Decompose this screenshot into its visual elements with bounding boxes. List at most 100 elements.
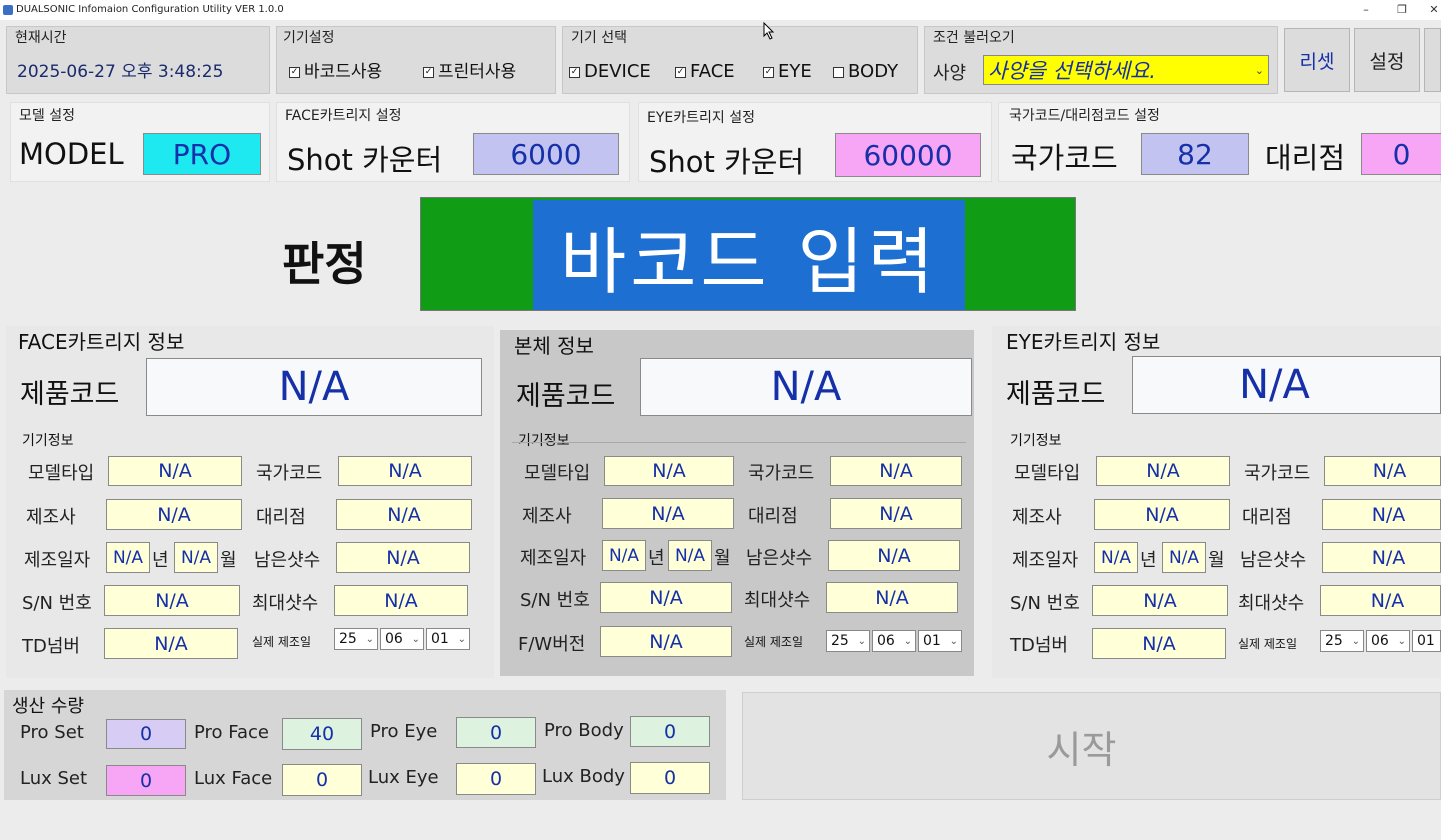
body-agency[interactable]: N/A bbox=[830, 498, 962, 529]
restore-button[interactable]: ❐ bbox=[1384, 0, 1420, 20]
face-sn-label: S/N 번호 bbox=[22, 593, 92, 614]
minimize-button[interactable]: – bbox=[1348, 0, 1384, 20]
reset-button[interactable]: 리셋 bbox=[1284, 28, 1350, 92]
face-actual-month-select[interactable]: 06 ⌄ bbox=[380, 628, 424, 650]
pro-eye-value[interactable]: 0 bbox=[456, 717, 536, 748]
face-td[interactable]: N/A bbox=[104, 628, 238, 659]
pro-eye-label: Pro Eye bbox=[370, 721, 438, 742]
face-year[interactable]: N/A bbox=[106, 542, 150, 573]
face-actual-month: 06 bbox=[385, 631, 403, 647]
face-model-type[interactable]: N/A bbox=[108, 456, 242, 486]
eye-actual-year-select[interactable]: 25 ⌄ bbox=[1320, 630, 1364, 652]
eye-maker[interactable]: N/A bbox=[1094, 499, 1230, 530]
face-product-code-label: 제품코드 bbox=[20, 379, 120, 410]
face-info-panel: FACE카트리지 정보 제품코드 N/A 기기정보 모델타입 N/A 국가코드 … bbox=[6, 326, 494, 678]
pro-body-label: Pro Body bbox=[544, 720, 624, 741]
body-country[interactable]: N/A bbox=[830, 456, 962, 486]
checkbox-eye[interactable]: ✓ EYE bbox=[763, 61, 812, 82]
chevron-down-icon: ⌄ bbox=[365, 633, 374, 645]
eye-month[interactable]: N/A bbox=[1162, 542, 1206, 573]
pro-face-value[interactable]: 40 bbox=[282, 718, 362, 750]
lux-face-value[interactable]: 0 bbox=[282, 764, 362, 796]
check-icon: ✓ bbox=[569, 66, 580, 78]
chevron-down-icon: ⌄ bbox=[949, 635, 958, 647]
mouse-cursor-icon bbox=[763, 22, 775, 40]
eye-country[interactable]: N/A bbox=[1324, 456, 1441, 486]
face-actual-day-select[interactable]: 01 ⌄ bbox=[426, 628, 470, 650]
face-agency[interactable]: N/A bbox=[336, 499, 472, 530]
checkbox-face[interactable]: ✓ FACE bbox=[675, 61, 735, 82]
checkbox-body[interactable]: BODY bbox=[833, 61, 898, 82]
body-fw-version[interactable]: N/A bbox=[600, 626, 732, 657]
close-button[interactable]: ✕ bbox=[1416, 0, 1441, 20]
agency-value[interactable]: 0 bbox=[1361, 133, 1441, 175]
lux-body-value[interactable]: 0 bbox=[630, 762, 710, 794]
face-actual-day: 01 bbox=[431, 631, 449, 647]
chevron-down-icon: ⌄ bbox=[857, 635, 866, 647]
lux-face-label: Lux Face bbox=[194, 768, 273, 789]
production-title: 생산 수량 bbox=[12, 696, 84, 717]
eye-year[interactable]: N/A bbox=[1094, 542, 1138, 573]
start-button[interactable]: 시작 bbox=[742, 692, 1441, 800]
body-remain[interactable]: N/A bbox=[828, 540, 960, 571]
settings-button[interactable]: 설정 bbox=[1354, 28, 1420, 92]
eye-actual-month: 06 bbox=[1371, 633, 1389, 649]
face-actual-date-label: 실제 제조일 bbox=[252, 635, 312, 649]
body-actual-month-select[interactable]: 06 ⌄ bbox=[872, 630, 916, 652]
spec-select[interactable]: 사양을 선택하세요. ⌄ bbox=[983, 55, 1269, 85]
check-icon: ✓ bbox=[675, 66, 686, 78]
checkbox-device-label: DEVICE bbox=[584, 61, 651, 82]
eye-td[interactable]: N/A bbox=[1092, 628, 1226, 659]
body-maker-label: 제조사 bbox=[522, 506, 572, 527]
checkbox-device[interactable]: ✓ DEVICE bbox=[569, 61, 651, 82]
body-month[interactable]: N/A bbox=[668, 540, 712, 571]
pro-set-value[interactable]: 0 bbox=[106, 719, 186, 749]
barcode-checkbox-label: 바코드사용 bbox=[304, 62, 383, 82]
body-sn[interactable]: N/A bbox=[600, 582, 732, 613]
lux-set-value[interactable]: 0 bbox=[106, 765, 186, 796]
lux-eye-value[interactable]: 0 bbox=[456, 763, 536, 795]
eye-shot-value[interactable]: 60000 bbox=[835, 133, 981, 177]
eye-sn[interactable]: N/A bbox=[1092, 585, 1228, 616]
body-max[interactable]: N/A bbox=[826, 582, 958, 613]
eye-model-type[interactable]: N/A bbox=[1096, 456, 1230, 486]
pro-body-value[interactable]: 0 bbox=[630, 716, 710, 747]
model-value[interactable]: PRO bbox=[143, 133, 261, 175]
face-actual-year-select[interactable]: 25 ⌄ bbox=[334, 628, 378, 650]
eye-date-label: 제조일자 bbox=[1012, 550, 1079, 571]
face-month[interactable]: N/A bbox=[174, 542, 218, 573]
face-sn[interactable]: N/A bbox=[104, 585, 240, 616]
body-actual-day-select[interactable]: 01 ⌄ bbox=[918, 630, 962, 652]
time-label: 현재시간 bbox=[15, 30, 67, 46]
face-maker-label: 제조사 bbox=[26, 507, 76, 528]
printer-checkbox[interactable]: ✓ 프린터사용 bbox=[423, 57, 516, 82]
eye-actual-day-select[interactable]: 01 bbox=[1412, 630, 1441, 652]
window-title: DUALSONIC Infomaion Configuration Utilit… bbox=[16, 4, 284, 15]
country-value[interactable]: 82 bbox=[1141, 133, 1249, 175]
eye-sn-label: S/N 번호 bbox=[1010, 593, 1080, 614]
eye-actual-day: 01 bbox=[1417, 633, 1435, 649]
lux-eye-label: Lux Eye bbox=[368, 767, 439, 788]
eye-product-code[interactable]: N/A bbox=[1132, 356, 1441, 414]
face-remain[interactable]: N/A bbox=[336, 542, 470, 573]
body-maker[interactable]: N/A bbox=[602, 498, 734, 529]
eye-model-type-label: 모델타입 bbox=[1014, 463, 1081, 484]
face-maker[interactable]: N/A bbox=[106, 499, 242, 530]
current-time: 2025-06-27 오후 3:48:25 bbox=[17, 62, 224, 82]
eye-actual-month-select[interactable]: 06 ⌄ bbox=[1366, 630, 1410, 652]
face-model-type-label: 모델타입 bbox=[28, 463, 95, 484]
barcode-checkbox[interactable]: ✓ 바코드사용 bbox=[289, 57, 382, 82]
face-max[interactable]: N/A bbox=[334, 585, 468, 616]
eye-device-info-label: 기기정보 bbox=[1010, 433, 1062, 449]
eye-max[interactable]: N/A bbox=[1320, 585, 1441, 616]
face-product-code[interactable]: N/A bbox=[146, 358, 482, 416]
eye-agency[interactable]: N/A bbox=[1322, 499, 1441, 530]
eye-remain[interactable]: N/A bbox=[1322, 542, 1441, 573]
body-year[interactable]: N/A bbox=[602, 540, 646, 571]
face-shot-value[interactable]: 6000 bbox=[473, 133, 619, 175]
extra-button[interactable] bbox=[1424, 28, 1441, 92]
body-model-type[interactable]: N/A bbox=[604, 456, 734, 486]
body-product-code[interactable]: N/A bbox=[640, 358, 972, 416]
face-country[interactable]: N/A bbox=[338, 456, 472, 486]
body-actual-year-select[interactable]: 25 ⌄ bbox=[826, 630, 870, 652]
